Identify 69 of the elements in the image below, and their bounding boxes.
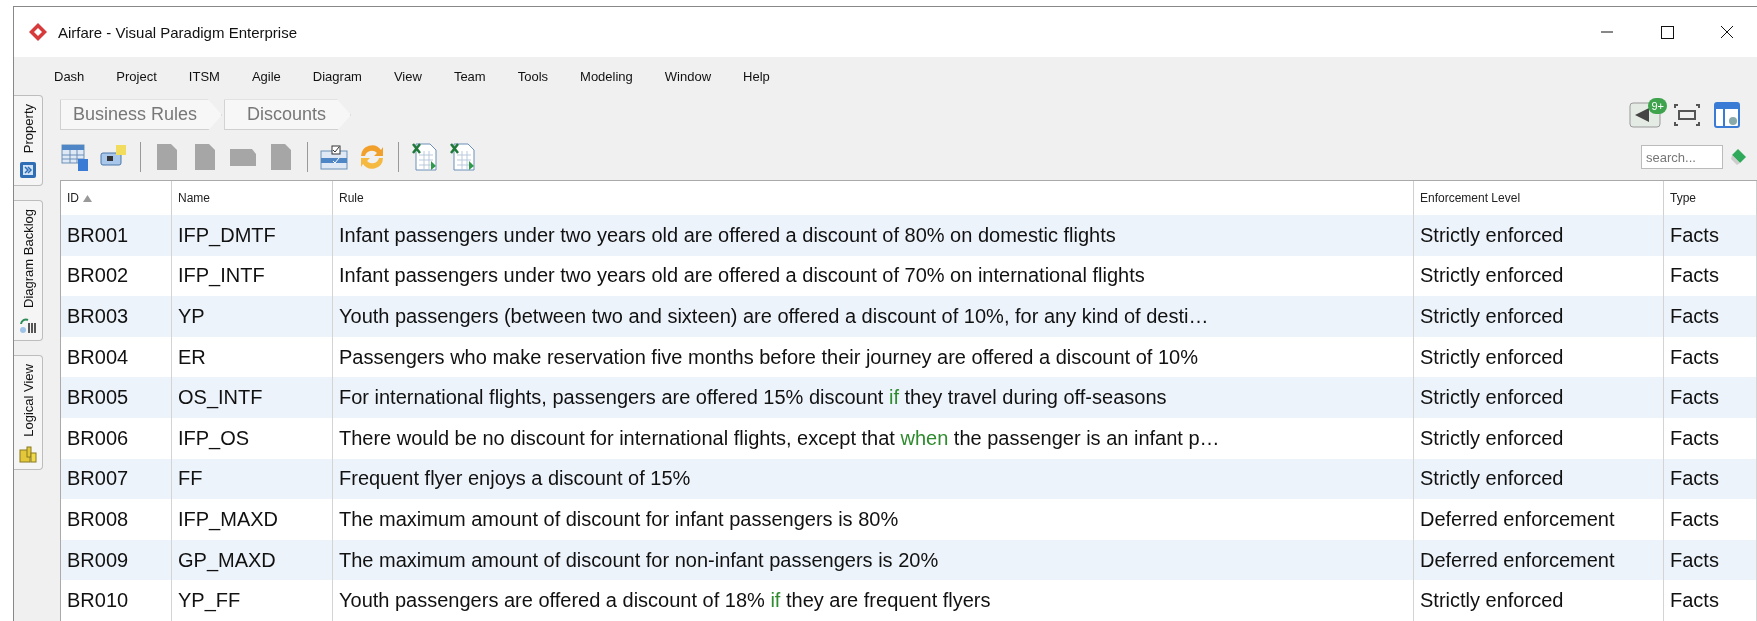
table-cell: YP [172, 296, 333, 337]
table-cell: Strictly enforced [1414, 458, 1664, 500]
table-cell: Facts [1664, 418, 1757, 459]
eraser-icon[interactable] [1729, 148, 1747, 167]
table-cell: Strictly enforced [1414, 215, 1664, 256]
table-cell: Facts [1664, 215, 1757, 256]
table-cell: BR007 [61, 458, 172, 500]
table-cell: Facts [1664, 296, 1757, 337]
table-cell: IFP_MAXD [172, 499, 333, 540]
table-cell: Facts [1664, 377, 1757, 419]
table-cell: YP_FF [172, 580, 333, 621]
layout-icon[interactable] [1713, 100, 1741, 129]
menu-item[interactable]: Project [104, 64, 177, 88]
notification-badge: 9+ [1648, 97, 1667, 114]
table-cell: Strictly enforced [1414, 377, 1664, 419]
bars-icon[interactable] [19, 316, 37, 335]
menu-item[interactable]: Tools [505, 64, 569, 88]
menu-item[interactable]: View [381, 64, 442, 88]
table-cell: BR008 [61, 499, 172, 540]
table-cell: Facts [1664, 458, 1757, 500]
table-cell: BR006 [61, 418, 172, 459]
breadcrumb-item[interactable]: Business Rules [60, 99, 223, 131]
table-cell: BR010 [61, 580, 172, 621]
menu-item[interactable]: Diagram [300, 64, 382, 88]
table-cell: For international flights, passengers are offered 15% discount if they travel during off-seasons [333, 377, 1414, 419]
table-cell: BR003 [61, 296, 172, 337]
column-header[interactable]: ID [67, 191, 79, 206]
menu-item[interactable]: Dash [42, 64, 105, 88]
table-cell: Strictly enforced [1414, 580, 1664, 621]
table-cell: GP_MAXD [172, 539, 333, 581]
table-cell: Strictly enforced [1414, 296, 1664, 337]
app-logo-icon [28, 22, 48, 42]
table-cell: Facts [1664, 580, 1757, 621]
table-cell: Facts [1664, 539, 1757, 581]
folder-icon[interactable] [19, 444, 37, 463]
table-cell: Youth passengers are offered a discount of 18% if they are frequent flyers [333, 580, 1414, 621]
table-cell: Facts [1664, 499, 1757, 540]
column-header[interactable]: Type [1670, 191, 1696, 206]
sort-ascending-icon [83, 194, 92, 202]
table-cell: Strictly enforced [1414, 418, 1664, 459]
table-cell: IFP_OS [172, 418, 333, 459]
menu-item[interactable]: Team [441, 64, 506, 88]
column-header[interactable]: Name [178, 191, 210, 206]
window-title: Airfare - Visual Paradigm Enterprise [58, 23, 298, 41]
menu-item[interactable]: Agile [239, 64, 301, 88]
table-cell: The maximum amount of discount for infant passengers is 80% [333, 499, 1414, 540]
column-header[interactable]: Rule [339, 191, 364, 206]
menu-item[interactable]: Window [652, 64, 732, 88]
breadcrumb-item[interactable]: Discounts [224, 99, 352, 131]
column-header[interactable]: Enforcement Level [1420, 191, 1521, 206]
table-cell: BR009 [61, 539, 172, 581]
table-cell: Youth passengers (between two and sixteen) are offered a discount of 10%, for any kind of desti… [333, 296, 1414, 337]
menu-item[interactable]: Help [731, 64, 790, 88]
table-cell: BR001 [61, 215, 172, 256]
table-cell: OS_INTF [172, 377, 333, 419]
table-cell: There would be no discount for international flights, except that when the passenger is an infant p… [333, 418, 1414, 459]
menu-item[interactable]: ITSM [176, 64, 240, 88]
table-cell: Frequent flyer enjoys a discount of 15% [333, 458, 1414, 500]
fit-screen-icon[interactable] [1673, 102, 1701, 127]
panel-icon[interactable] [19, 161, 37, 180]
table-cell: The maximum amount of discount for non-infant passengers is 20% [333, 539, 1414, 581]
table-cell: BR005 [61, 377, 172, 419]
table-cell: FF [172, 458, 333, 500]
search-field[interactable]: search... [1641, 145, 1723, 170]
table-cell: Infant passengers under two years old are offered a discount of 80% on domestic flights [333, 215, 1414, 256]
table-cell: Deferred enforcement [1414, 539, 1664, 581]
table-cell: Deferred enforcement [1414, 499, 1664, 540]
menu-item[interactable]: Modeling [568, 64, 653, 88]
table-cell: IFP_DMTF [172, 215, 333, 256]
